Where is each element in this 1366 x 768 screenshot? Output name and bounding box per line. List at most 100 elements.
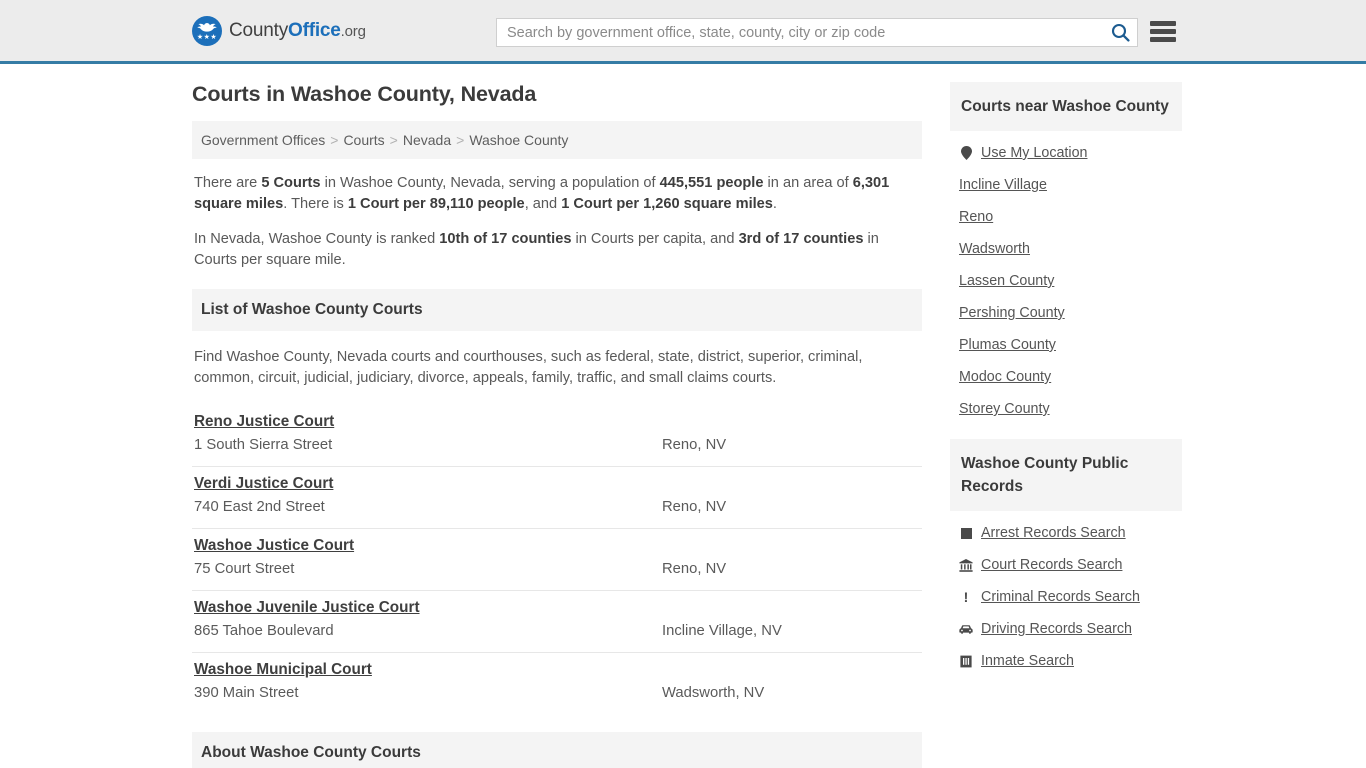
breadcrumb-separator: > [456,132,465,148]
court-list-item: Reno Justice Court 1 South Sierra Street R… [192,405,922,467]
sidebar-records-links: Arrest Records Search Court Records Searc… [950,511,1182,681]
list-section-description: Find Washoe County, Nevada courts and co… [194,349,863,386]
eagle-shield-logo-icon: ★★★ [192,15,222,46]
sidebar-link-label: Lassen County [959,273,1055,289]
sidebar-link-label: Use My Location [981,145,1088,161]
site-header: ★★★ CountyOffice.org [0,0,1366,64]
menu-bar-2 [1150,29,1176,34]
search-icon [1111,23,1130,42]
court-address: 75 Court Street [194,561,295,577]
breadcrumb-item-government-offices[interactable]: Government Offices [201,132,325,148]
court-name-link[interactable]: Washoe Juvenile Justice Court [194,599,420,617]
sidebar-link-label: Arrest Records Search [981,525,1126,541]
intro-highlight: 5 Courts [261,175,321,191]
intro-text: In Nevada, Washoe County is ranked [194,231,440,247]
court-list-item: Washoe Justice Court 75 Court Street Reno,… [192,529,922,591]
search-bar [496,18,1138,47]
hamburger-menu-icon[interactable] [1150,18,1176,45]
intro-highlight: 1 Court per 89,110 people [347,196,525,212]
sidebar-link-pershing-county[interactable]: Pershing County [950,297,1182,329]
sidebar-link-label: Reno [959,209,994,225]
site-logo-link[interactable]: ★★★ CountyOffice.org [192,15,366,46]
about-section-heading: About Washoe County Courts [192,732,922,768]
sidebar-link-incline-village[interactable]: Incline Village [950,169,1182,201]
sidebar-link-label: Court Records Search [981,557,1123,573]
court-name-link[interactable]: Washoe Justice Court [194,537,354,555]
intro-highlight: 445,551 people [659,175,764,191]
jail-icon [960,655,972,667]
jail-icon [959,655,973,668]
court-list-item: Washoe Juvenile Justice Court 865 Tahoe B… [192,591,922,653]
court-name-link[interactable]: Verdi Justice Court [194,475,333,493]
sidebar-link-wadsworth[interactable]: Wadsworth [950,233,1182,265]
sidebar-link-plumas-county[interactable]: Plumas County [950,329,1182,361]
sidebar-link-arrest-records-search[interactable]: Arrest Records Search [950,517,1182,549]
breadcrumb-separator: > [330,132,339,148]
car-icon [959,624,973,635]
court-city-state: Reno, NV [662,437,727,453]
sidebar-link-label: Criminal Records Search [981,589,1140,605]
sidebar-link-use-my-location[interactable]: Use My Location [950,137,1182,169]
search-button[interactable] [1103,19,1137,46]
main-content: Courts in Washoe County, Nevada Governme… [192,82,922,768]
sidebar: Courts near Washoe County Use My Locatio… [950,82,1182,768]
exclamation-icon: ! [959,588,973,605]
intro-highlight: 1 Court per 1,260 square miles [561,196,773,212]
car-icon [959,624,973,634]
court-city-state: Reno, NV [662,561,727,577]
menu-bar-1 [1150,21,1176,26]
breadcrumb-item-washoe-county: Washoe County [469,132,569,148]
brand-part-org: .org [340,22,366,40]
courthouse-icon [959,558,973,572]
court-address: 740 East 2nd Street [194,499,325,515]
sidebar-card-nearby: Courts near Washoe County Use My Locatio… [950,82,1182,429]
breadcrumb-item-courts[interactable]: Courts [343,132,384,148]
sidebar-link-label: Pershing County [959,305,1065,321]
court-name-link[interactable]: Reno Justice Court [194,413,334,431]
page-container: Courts in Washoe County, Nevada Governme… [0,64,1366,768]
court-list-item: Washoe Municipal Court 390 Main Street Wad… [192,653,922,714]
sidebar-link-storey-county[interactable]: Storey County [950,393,1182,425]
search-input[interactable] [497,19,1103,46]
breadcrumb-separator: > [389,132,398,148]
court-name-link[interactable]: Washoe Municipal Court [194,661,372,679]
sidebar-link-label: Storey County [959,401,1050,417]
site-brand-text: CountyOffice.org [229,20,366,42]
intro-text: in Washoe County, Nevada, serving a popu… [320,175,660,191]
sidebar-link-label: Incline Village [959,177,1047,193]
sidebar-link-modoc-county[interactable]: Modoc County [950,361,1182,393]
intro-stats: There are 5 Courts in Washoe County, Nev… [192,173,922,271]
sidebar-link-lassen-county[interactable]: Lassen County [950,265,1182,297]
sidebar-link-label: Wadsworth [959,241,1030,257]
breadcrumb: Government Offices > Courts > Nevada > Washoe … [192,121,922,159]
intro-text: in Courts per capita, and [571,231,739,247]
court-address: 1 South Sierra Street [194,437,333,453]
sidebar-card-public-records: Washoe County Public Records Arrest Reco… [950,439,1182,681]
sidebar-nearby-links: Use My Location Incline Village Reno Wadswo… [950,131,1182,429]
court-list-item: Verdi Justice Court 740 East 2nd Street Re… [192,467,922,529]
page-title: Courts in Washoe County, Nevada [192,82,537,106]
sidebar-link-label: Modoc County [959,369,1052,385]
fingerprint-square-icon [960,527,972,539]
map-pin-icon [960,146,972,160]
sidebar-records-heading: Washoe County Public Records [950,439,1182,511]
court-city-state: Reno, NV [662,499,727,515]
sidebar-nearby-heading: Courts near Washoe County [950,82,1182,131]
sidebar-link-label: Driving Records Search [981,621,1132,637]
court-address: 390 Main Street [194,685,299,701]
fingerprint-square-icon [959,527,973,539]
breadcrumb-item-nevada[interactable]: Nevada [403,132,451,148]
courthouse-icon [959,558,973,572]
brand-part-office: Office [288,19,341,41]
intro-text: , and [524,196,562,212]
intro-text: in an area of [763,175,853,191]
menu-bar-3 [1150,37,1176,42]
intro-text: . [772,196,777,212]
exclamation-icon: ! [963,588,969,605]
sidebar-link-reno[interactable]: Reno [950,201,1182,233]
sidebar-link-court-records-search[interactable]: Court Records Search [950,549,1182,581]
sidebar-link-inmate-search[interactable]: Inmate Search [950,645,1182,677]
sidebar-link-driving-records-search[interactable]: Driving Records Search [950,613,1182,645]
sidebar-link-criminal-records-search[interactable]: ! Criminal Records Search [950,581,1182,613]
intro-text: . There is [283,196,348,212]
